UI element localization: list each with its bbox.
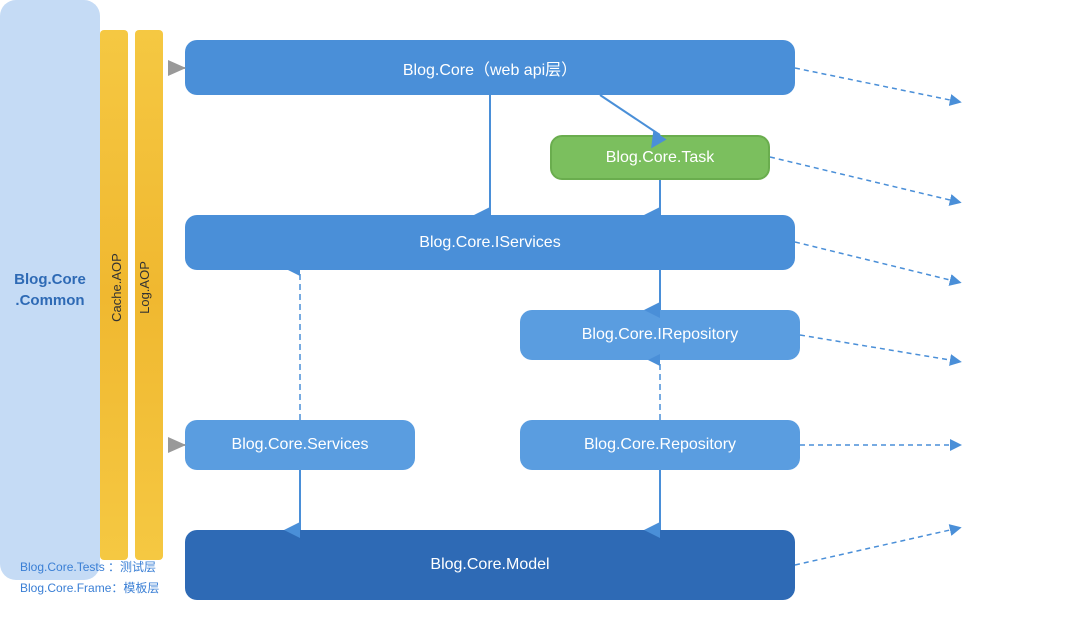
webapi-box: Blog.Core（web api层） (185, 40, 795, 95)
model-box: Blog.Core.Model (185, 530, 795, 600)
note-line1: Blog.Core.Tests ：测试层 (20, 557, 159, 579)
cache-aop-label: Cache.AOP (109, 253, 124, 322)
note-line2: Blog.Core.Frame：模板层 (20, 578, 159, 600)
common-box: Blog.Core .Common (0, 0, 100, 580)
task-box: Blog.Core.Task (550, 135, 770, 180)
iservices-box: Blog.Core.IServices (185, 215, 795, 270)
bottom-notes: Blog.Core.Tests ：测试层 Blog.Core.Frame：模板层 (20, 557, 159, 600)
repository-box: Blog.Core.Repository (520, 420, 800, 470)
irepository-box: Blog.Core.IRepository (520, 310, 800, 360)
log-aop-label: Log.AOP (137, 261, 152, 314)
diagram-container: Cache.AOP Log.AOP Blog.Core（web api层） Bl… (0, 0, 1070, 630)
services-box: Blog.Core.Services (185, 420, 415, 470)
